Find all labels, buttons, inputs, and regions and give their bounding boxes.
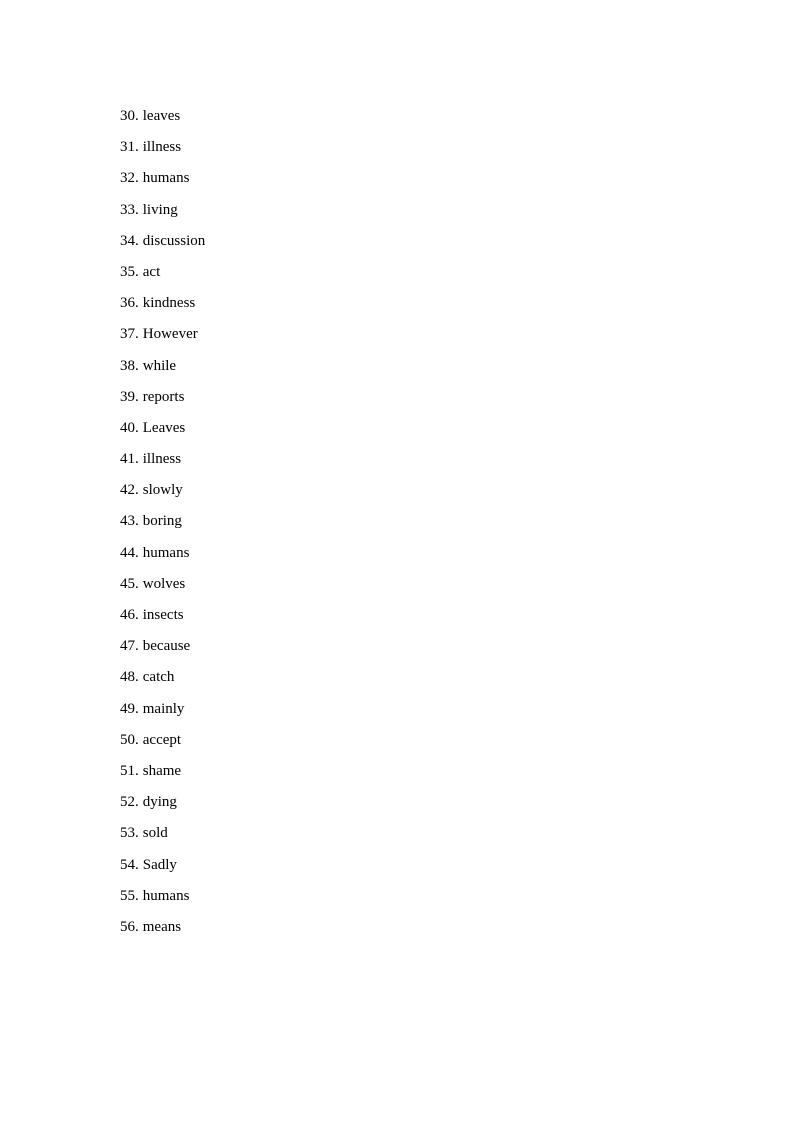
answer-word: Sadly xyxy=(142,856,177,873)
answer-item: 41. illness xyxy=(120,444,205,475)
answer-list: 30. leaves 31. illness 32. humans 33. living… xyxy=(120,101,205,943)
answer-number: 31. xyxy=(120,139,139,156)
answer-item: 56. means xyxy=(120,912,205,943)
answer-number: 48. xyxy=(120,669,139,686)
answer-number: 39. xyxy=(120,388,139,405)
answer-item: 46. insects xyxy=(120,600,205,631)
answer-word: because xyxy=(142,638,191,655)
answer-word: humans xyxy=(142,170,190,187)
answer-number: 43. xyxy=(120,513,139,530)
answer-word: discussion xyxy=(142,232,206,249)
answer-item: 53. sold xyxy=(120,818,205,849)
answer-number: 46. xyxy=(120,607,139,623)
answer-word: leaves xyxy=(142,108,181,124)
answer-number: 38. xyxy=(120,357,139,374)
answer-number: 30. xyxy=(120,108,139,124)
answer-word: accept xyxy=(142,731,182,748)
answer-item: 36. kindness xyxy=(120,288,205,319)
answer-item: 48. catch xyxy=(120,662,205,693)
answer-word: insects xyxy=(142,607,184,623)
answer-word: wolves xyxy=(142,575,186,592)
answer-item: 39. reports xyxy=(120,382,205,413)
answer-word: humans xyxy=(142,887,190,904)
answer-word: shame xyxy=(142,762,182,779)
answer-number: 35. xyxy=(120,263,139,280)
answer-item: 52. dying xyxy=(120,787,205,818)
answer-word: humans xyxy=(142,544,190,561)
answer-item: 31. illness xyxy=(120,132,205,163)
answer-number: 54. xyxy=(120,856,139,873)
answer-number: 49. xyxy=(120,700,139,717)
answer-word: illness xyxy=(142,451,182,468)
answer-number: 36. xyxy=(120,295,139,312)
answer-word: slowly xyxy=(142,482,183,499)
answer-item: 54. Sadly xyxy=(120,850,205,881)
answer-number: 33. xyxy=(120,201,139,218)
answer-number: 42. xyxy=(120,482,139,499)
answer-number: 47. xyxy=(120,638,139,655)
answer-item: 51. shame xyxy=(120,756,205,787)
answer-item: 42. slowly xyxy=(120,475,205,506)
answer-number: 51. xyxy=(120,762,139,779)
answer-word: However xyxy=(142,326,198,343)
answer-word: act xyxy=(142,263,161,280)
answer-number: 50. xyxy=(120,731,139,748)
answer-item: 55. humans xyxy=(120,881,205,912)
answer-item: 43. boring xyxy=(120,506,205,537)
answer-item: 30. leaves xyxy=(120,101,205,132)
answer-item: 32. humans xyxy=(120,163,205,194)
answer-item: 40. Leaves xyxy=(120,413,205,444)
answer-number: 52. xyxy=(120,794,139,811)
answer-word: living xyxy=(142,201,178,218)
answer-item: 45. wolves xyxy=(120,569,205,600)
answer-number: 37. xyxy=(120,326,139,343)
answer-number: 55. xyxy=(120,887,139,904)
answer-word: mainly xyxy=(142,700,185,717)
answer-number: 32. xyxy=(120,170,139,187)
answer-word: sold xyxy=(142,825,168,842)
answer-number: 40. xyxy=(120,419,139,436)
answer-word: Leaves xyxy=(142,419,186,436)
answer-word: means xyxy=(142,918,182,935)
answer-word: kindness xyxy=(142,295,196,312)
answer-word: while xyxy=(142,357,177,374)
answer-word: illness xyxy=(142,139,182,156)
answer-number: 41. xyxy=(120,451,139,468)
answer-number: 45. xyxy=(120,575,139,592)
document-page: 30. leaves 31. illness 32. humans 33. living… xyxy=(0,0,794,1123)
answer-word: catch xyxy=(142,669,175,686)
answer-number: 53. xyxy=(120,825,139,842)
answer-item: 38. while xyxy=(120,351,205,382)
answer-item: 37. However xyxy=(120,319,205,350)
answer-word: boring xyxy=(142,513,182,530)
answer-number: 34. xyxy=(120,232,139,249)
answer-number: 56. xyxy=(120,918,139,935)
answer-item: 33. living xyxy=(120,195,205,226)
answer-number: 44. xyxy=(120,544,139,561)
answer-word: reports xyxy=(142,388,185,405)
answer-item: 50. accept xyxy=(120,725,205,756)
answer-item: 34. discussion xyxy=(120,226,205,257)
answer-item: 47. because xyxy=(120,631,205,662)
answer-item: 35. act xyxy=(120,257,205,288)
answer-item: 44. humans xyxy=(120,538,205,569)
answer-item: 49. mainly xyxy=(120,694,205,725)
answer-word: dying xyxy=(142,794,177,811)
